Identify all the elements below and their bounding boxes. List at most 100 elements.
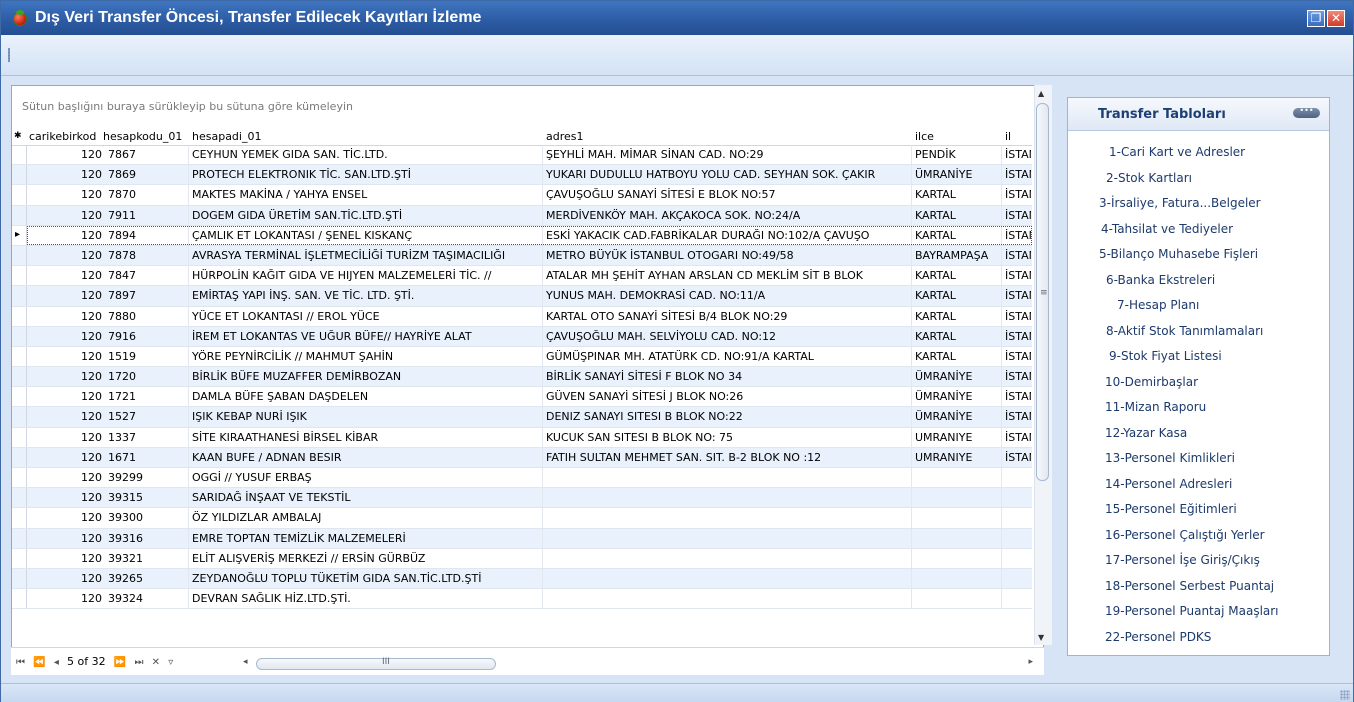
transfer-table-item[interactable]: 8-Aktif Stok Tanımlamaları	[1106, 324, 1263, 338]
prev-page-icon[interactable]: ⏪	[33, 657, 45, 668]
cell-il[interactable]: İSTAN	[1005, 330, 1031, 343]
cell-adres1[interactable]: GÜVEN SANAYİ SİTESİ J BLOK NO:26	[546, 390, 912, 403]
row-indicator[interactable]	[12, 266, 27, 286]
cell-carikebirkod[interactable]: 120	[29, 451, 102, 464]
row-indicator[interactable]	[12, 306, 27, 326]
cell-il[interactable]: İSTAN	[1005, 289, 1031, 302]
cell-hesapkodu[interactable]: 1519	[108, 350, 188, 363]
row-indicator[interactable]	[12, 286, 27, 306]
row-indicator[interactable]	[12, 528, 27, 548]
restore-button[interactable]: ❐	[1307, 10, 1325, 27]
cell-hesapadi[interactable]: EMRE TOPTAN TEMİZLİK MALZEMELERİ	[192, 532, 542, 545]
cell-carikebirkod[interactable]: 120	[29, 249, 102, 262]
cell-il[interactable]: İSTAN	[1005, 451, 1031, 464]
cell-ilce[interactable]: KARTAL	[915, 310, 1001, 323]
table-row[interactable]: 120 39265 ZEYDANOĞLU TOPLU TÜKETİM GIDA SA…	[12, 568, 1032, 590]
horizontal-scrollbar[interactable]: ◂ III ▸	[243, 657, 1033, 670]
cell-adres1[interactable]: DENIZ SANAYI SITESI B BLOK NO:22	[546, 410, 912, 423]
cell-carikebirkod[interactable]: 120	[29, 410, 102, 423]
cell-hesapadi[interactable]: ZEYDANOĞLU TOPLU TÜKETİM GIDA SAN.TİC.LT…	[192, 572, 542, 585]
cell-il[interactable]: İSTAN	[1005, 310, 1031, 323]
cell-hesapkodu[interactable]: 39299	[108, 471, 188, 484]
prev-record-icon[interactable]: ◂	[54, 657, 59, 668]
transfer-table-item[interactable]: 3-İrsaliye, Fatura...Belgeler	[1099, 196, 1261, 210]
cell-hesapkodu[interactable]: 7916	[108, 330, 188, 343]
cell-hesapkodu[interactable]: 7867	[108, 148, 188, 161]
table-row[interactable]: 120 7916 İREM ET LOKANTAS VE UĞUR BÜFE// H…	[12, 326, 1032, 347]
cell-il[interactable]: İSTAN	[1005, 209, 1031, 222]
cell-hesapadi[interactable]: SARIDAĞ İNŞAAT VE TEKSTİL	[192, 491, 542, 504]
cell-adres1[interactable]: YUNUS MAH. DEMOKRASİ CAD. NO:11/A	[546, 289, 912, 302]
table-row[interactable]: 1207894ÇAMLIK ET LOKANTASI / ŞENEL KISKA…	[12, 225, 1032, 246]
column-header-carikebirkod[interactable]: carikebirkod	[29, 130, 104, 143]
cell-carikebirkod[interactable]: 120	[29, 552, 102, 565]
cell-hesapkodu[interactable]: 1337	[108, 431, 188, 444]
cell-carikebirkod[interactable]: 120	[29, 431, 102, 444]
cell-hesapadi[interactable]: ELİT ALIŞVERİŞ MERKEZİ // ERSİN GÜRBÜZ	[192, 552, 542, 565]
cell-hesapkodu[interactable]: 39315	[108, 491, 188, 504]
cell-hesapadi[interactable]: İREM ET LOKANTAS VE UĞUR BÜFE// HAYRİYE …	[192, 330, 542, 343]
cell-hesapkodu[interactable]: 1721	[108, 390, 188, 403]
cell-hesapkodu[interactable]: 7870	[108, 188, 188, 201]
table-row[interactable]: 120 1337 SİTE KIRAATHANESİ BİRSEL KİBAR KUC…	[12, 427, 1032, 448]
cell-hesapadi[interactable]: CEYHUN YEMEK GIDA SAN. TİC.LTD.	[192, 148, 542, 161]
cell-hesapkodu[interactable]: 7847	[108, 269, 188, 282]
cell-carikebirkod[interactable]: 120	[29, 310, 102, 323]
cell-ilce[interactable]: ÜMRANİYE	[915, 390, 1001, 403]
cell-il[interactable]: İSTAN	[1005, 269, 1031, 282]
cell-hesapadi[interactable]: EMİRTAŞ YAPI İNŞ. SAN. VE TİC. LTD. ŞTİ.	[192, 289, 542, 302]
cell-hesapadi[interactable]: BİRLİK BÜFE MUZAFFER DEMİRBOZAN	[192, 370, 542, 383]
transfer-table-item[interactable]: 4-Tahsilat ve Tediyeler	[1101, 222, 1233, 236]
row-indicator[interactable]	[12, 548, 27, 568]
table-row[interactable]: 120 1721 DAMLA BÜFE ŞABAN DAŞDELEN GÜVEN SA…	[12, 387, 1032, 408]
cell-ilce[interactable]: UMRANIYE	[915, 451, 1001, 464]
transfer-table-item[interactable]: 15-Personel Eğitimleri	[1105, 502, 1237, 516]
cell-adres1[interactable]: ÇAVUŞOĞLU SANAYİ SİTESİ E BLOK NO:57	[546, 188, 912, 201]
toolbar-grip-icon[interactable]	[8, 48, 10, 62]
cell-carikebirkod[interactable]: 120	[29, 572, 102, 585]
cell-carikebirkod[interactable]: 120	[29, 390, 102, 403]
cell-carikebirkod[interactable]: 120	[29, 491, 102, 504]
cell-ilce[interactable]: KARTAL	[915, 330, 1001, 343]
transfer-table-item[interactable]: 14-Personel Adresleri	[1105, 477, 1232, 491]
transfer-table-item[interactable]: 22-Personel PDKS	[1105, 630, 1211, 644]
cell-il[interactable]: İSTAN	[1005, 350, 1031, 363]
cell-il[interactable]: İSTAN	[1005, 168, 1031, 181]
cell-hesapkodu[interactable]: 39316	[108, 532, 188, 545]
transfer-table-item[interactable]: 10-Demirbaşlar	[1105, 375, 1198, 389]
cell-il[interactable]: İSTAN	[1005, 431, 1031, 444]
row-indicator-arrow-icon[interactable]	[12, 225, 27, 245]
column-header-adres1[interactable]: adres1	[546, 130, 906, 143]
transfer-table-item[interactable]: 9-Stok Fiyat Listesi	[1109, 349, 1222, 363]
cell-ilce[interactable]: KARTAL	[915, 289, 1001, 302]
cell-adres1[interactable]: ATALAR MH ŞEHİT AYHAN ARSLAN CD MEKLİM S…	[546, 269, 912, 282]
row-indicator[interactable]	[12, 447, 27, 467]
row-indicator[interactable]	[12, 205, 27, 225]
filter-icon[interactable]: ▿	[168, 657, 173, 668]
cell-carikebirkod[interactable]: 120	[29, 269, 102, 282]
column-header-hesapkodu[interactable]: hesapkodu_01	[103, 130, 188, 143]
cell-ilce[interactable]: PENDİK	[915, 148, 1001, 161]
cell-il[interactable]: İSTAN	[1005, 188, 1031, 201]
cell-adres1[interactable]: FATIH SULTAN MEHMET SAN. SIT. B-2 BLOK N…	[546, 451, 912, 464]
cell-carikebirkod[interactable]: 120	[29, 148, 102, 161]
cell-il[interactable]: İSTAN	[1005, 148, 1031, 161]
cell-ilce[interactable]: KARTAL	[915, 209, 1001, 222]
cell-hesapkodu[interactable]: 1527	[108, 410, 188, 423]
cell-hesapadi[interactable]: DEVRAN SAĞLIK HİZ.LTD.ŞTİ.	[192, 592, 542, 605]
transfer-table-item[interactable]: 17-Personel İşe Giriş/Çıkış	[1105, 553, 1260, 567]
table-row[interactable]: 120 7870 MAKTES MAKİNA / YAHYA ENSEL ÇAVUŞO…	[12, 185, 1032, 206]
cell-carikebirkod[interactable]: 120	[29, 471, 102, 484]
row-indicator[interactable]	[12, 589, 27, 609]
cell-hesapadi[interactable]: KAAN BUFE / ADNAN BESIR	[192, 451, 542, 464]
table-row[interactable]: 120 39315 SARIDAĞ İNŞAAT VE TEKSTİL	[12, 488, 1032, 509]
row-indicator[interactable]	[12, 387, 27, 407]
transfer-table-item[interactable]: 1-Cari Kart ve Adresler	[1109, 145, 1245, 159]
table-row[interactable]: 120 7878 AVRASYA TERMİNAL İŞLETMECİLİĞİ TU…	[12, 245, 1032, 267]
cell-il[interactable]: İSTAN	[1005, 390, 1031, 403]
cell-hesapadi[interactable]: SİTE KIRAATHANESİ BİRSEL KİBAR	[192, 431, 542, 444]
row-indicator[interactable]	[12, 468, 27, 488]
cell-adres1[interactable]: GÜMÜŞPINAR MH. ATATÜRK CD. NO:91/A KARTA…	[546, 350, 912, 363]
cell-hesapkodu[interactable]: 7911	[108, 209, 188, 222]
transfer-table-item[interactable]: 13-Personel Kimlikleri	[1105, 451, 1235, 465]
